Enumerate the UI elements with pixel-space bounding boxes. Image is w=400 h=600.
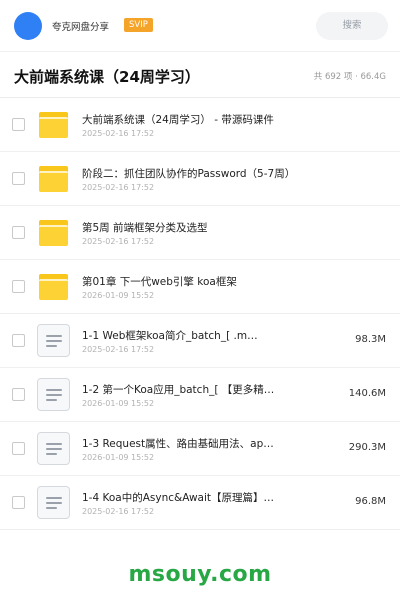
item-date: 2025-02-16 17:52 [82,129,155,138]
folder-row[interactable]: 阶段二：抓住团队协作的Password（5-7周） 2025-02-16 17:5… [0,152,400,206]
item-date: 2026-01-09 15:52 [82,453,155,462]
item-size: 290.3M [348,442,386,453]
select-checkbox[interactable] [12,226,25,239]
document-icon [37,378,70,411]
folder-header: 大前端系统课（24周学习） 共 692 项 · 66.4G [0,52,400,98]
item-size: 96.8M [355,496,386,507]
item-date: 2025-02-16 17:52 [82,183,155,192]
item-size: 140.6M [348,388,386,399]
folder-icon [39,220,68,246]
file-row[interactable]: 1-2 第一个Koa应用_batch_[ 【更多精… 2026-01-09 15:… [0,368,400,422]
folder-icon [39,112,68,138]
item-size: 98.3M [355,334,386,345]
file-row[interactable]: 1-3 Request属性、路由基础用法、app.… 2026-01-09 15:… [0,422,400,476]
folder-row[interactable]: 第01章 下一代web引擎 koa框架 2026-01-09 15:52 [0,260,400,314]
item-date: 2025-02-16 17:52 [82,345,155,354]
item-summary: 共 692 项 · 66.4G [313,72,386,82]
file-row[interactable]: 1-4 Koa中的Async&Await【原理篇】… 2025-02-16 17:… [0,476,400,530]
item-name: 1-3 Request属性、路由基础用法、app.… [82,438,278,450]
avatar[interactable] [14,12,42,40]
folder-row[interactable]: 第5周 前端框架分类及选型 2025-02-16 17:52 [0,206,400,260]
file-row[interactable]: 1-1 Web框架koa简介_batch_[ .m… 2025-02-16 17:… [0,314,400,368]
folder-icon [39,274,68,300]
select-checkbox[interactable] [12,280,25,293]
document-icon [37,432,70,465]
watermark-text: msouy.com [128,562,272,587]
item-name: 大前端系统课（24周学习） - 带源码课件 [82,114,274,126]
item-name: 第5周 前端框架分类及选型 [82,222,208,234]
top-bar: 夸克网盘分享 SVIP 搜索 [0,0,400,52]
item-date: 2025-02-16 17:52 [82,507,155,516]
search-button[interactable]: 搜索 [316,12,388,40]
item-date: 2025-02-16 17:52 [82,237,155,246]
select-checkbox[interactable] [12,388,25,401]
item-name: 1-2 第一个Koa应用_batch_[ 【更多精… [82,384,275,396]
item-date: 2026-01-09 15:52 [82,399,155,408]
item-name: 1-4 Koa中的Async&Await【原理篇】… [82,492,275,504]
user-name[interactable]: 夸克网盘分享 [52,19,109,33]
item-date: 2026-01-09 15:52 [82,291,155,300]
item-name: 第01章 下一代web引擎 koa框架 [82,276,237,288]
document-icon [37,486,70,519]
select-checkbox[interactable] [12,334,25,347]
select-checkbox[interactable] [12,172,25,185]
folder-icon [39,166,68,192]
page-title: 大前端系统课（24周学习） [14,68,200,86]
select-checkbox[interactable] [12,118,25,131]
document-icon [37,324,70,357]
item-name: 阶段二：抓住团队协作的Password（5-7周） [82,168,296,180]
svip-badge: SVIP [124,18,153,32]
file-list: 大前端系统课（24周学习） - 带源码课件 2025-02-16 17:52 阶段二… [0,98,400,530]
folder-row[interactable]: 大前端系统课（24周学习） - 带源码课件 2025-02-16 17:52 [0,98,400,152]
select-checkbox[interactable] [12,442,25,455]
select-checkbox[interactable] [12,496,25,509]
item-name: 1-1 Web框架koa简介_batch_[ .m… [82,330,258,342]
